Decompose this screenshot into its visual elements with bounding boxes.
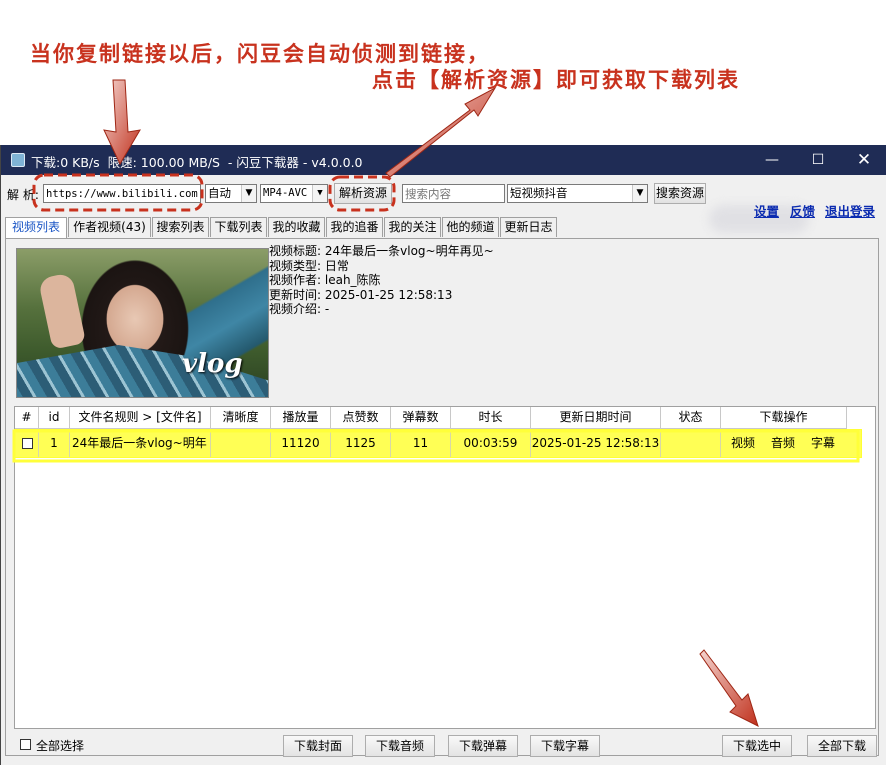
quality-select[interactable]: 自动 ▼ <box>205 184 257 203</box>
tab-author-videos[interactable]: 作者视频(43) <box>68 217 151 237</box>
download-cover-button[interactable]: 下载封面 <box>283 735 353 757</box>
tab-video-list[interactable]: 视频列表 <box>5 217 67 238</box>
column-header[interactable]: 播放量 <box>271 407 331 429</box>
chevron-down-icon: ▼ <box>241 185 256 202</box>
tab-following[interactable]: 我的关注 <box>384 217 441 237</box>
parse-resource-button[interactable]: 解析资源 <box>334 183 392 204</box>
download-audio-link[interactable]: 音频 <box>771 430 795 456</box>
video-update-time: 2025-01-25 12:58:13 <box>324 287 453 302</box>
bottom-bar: 全部选择 下载封面 下载音频 下载弹幕 下载字幕 下载选中 全部下载 <box>1 733 886 759</box>
url-input[interactable] <box>43 184 201 203</box>
download-subtitle-link[interactable]: 字幕 <box>811 430 835 456</box>
cell-id: 1 <box>39 430 70 457</box>
column-header[interactable]: 清晰度 <box>211 407 271 429</box>
close-button[interactable]: ✕ <box>841 145 886 175</box>
title-bar: 下载:0 KB/s 限速: 100.00 MB/S - 闪豆下载器 - v4.0… <box>1 145 886 175</box>
chevron-down-icon: ▼ <box>312 185 327 202</box>
cell-likes: 1125 <box>331 430 391 457</box>
column-header[interactable]: 状态 <box>661 407 721 429</box>
intro-label: 视频介绍: <box>269 302 322 316</box>
platform-select-value: 短视频抖音 <box>510 186 568 200</box>
video-thumbnail: vlog <box>16 248 269 398</box>
window-title: 下载:0 KB/s 限速: 100.00 MB/S - 闪豆下载器 - v4.0… <box>31 155 363 170</box>
cell-actions: 视频 音频 字幕 <box>721 430 847 457</box>
settings-link[interactable]: 设置 <box>754 201 779 220</box>
video-intro: - <box>324 302 330 316</box>
column-header[interactable]: 弹幕数 <box>391 407 451 429</box>
select-all-label[interactable]: 全部选择 <box>36 737 84 754</box>
tab-favorites[interactable]: 我的收藏 <box>268 217 325 237</box>
cell-plays: 11120 <box>271 430 331 457</box>
cell-filename: 24年最后一条vlog~明年 <box>70 430 211 457</box>
search-resource-button[interactable]: 搜索资源 <box>654 183 706 204</box>
cell-duration: 00:03:59 <box>451 430 531 457</box>
cell-danmaku: 11 <box>391 430 451 457</box>
cell-quality <box>211 430 271 457</box>
download-audio-button[interactable]: 下载音频 <box>365 735 435 757</box>
table-row[interactable]: 1 24年最后一条vlog~明年 11120 1125 11 00:03:59 … <box>14 429 862 458</box>
thumbnail-caption: vlog <box>182 349 243 379</box>
minimize-button[interactable]: — <box>749 145 795 175</box>
table-header: # id 文件名规则 > [文件名] 清晰度 播放量 点赞数 弹幕数 时长 更新… <box>15 407 847 429</box>
update-label: 更新时间: <box>269 287 322 302</box>
column-header[interactable]: 时长 <box>451 407 531 429</box>
tab-changelog[interactable]: 更新日志 <box>500 217 557 237</box>
codec-select[interactable]: MP4-AVC ▼ <box>260 184 328 203</box>
column-header[interactable]: 点赞数 <box>331 407 391 429</box>
column-header[interactable]: 文件名规则 > [文件名] <box>70 407 211 429</box>
cell-status <box>661 430 721 457</box>
type-label: 视频类型: <box>269 258 322 273</box>
column-header[interactable]: id <box>39 407 70 429</box>
tab-download-list[interactable]: 下载列表 <box>210 217 267 237</box>
download-video-link[interactable]: 视频 <box>731 430 755 456</box>
app-icon <box>11 153 25 167</box>
select-all-checkbox[interactable] <box>20 739 31 750</box>
author-label: 视频作者: <box>269 273 322 287</box>
video-type: 日常 <box>324 258 349 273</box>
logout-link[interactable]: 退出登录 <box>825 201 875 220</box>
tab-following-anime[interactable]: 我的追番 <box>326 217 383 237</box>
video-info: 视频标题: 24年最后一条vlog~明年再见~ 视频类型: 日常 视频作者: l… <box>269 244 494 317</box>
row-select-cell[interactable] <box>15 430 39 457</box>
tab-search-list[interactable]: 搜索列表 <box>152 217 209 237</box>
title-label: 视频标题: <box>269 244 322 258</box>
video-list-panel: vlog 视频标题: 24年最后一条vlog~明年再见~ 视频类型: 日常 视频… <box>5 238 879 756</box>
maximize-button[interactable]: ☐ <box>795 145 841 175</box>
video-title: 24年最后一条vlog~明年再见~ <box>324 244 494 258</box>
app-window: 下载:0 KB/s 限速: 100.00 MB/S - 闪豆下载器 - v4.0… <box>0 145 886 765</box>
download-subtitle-button[interactable]: 下载字幕 <box>530 735 600 757</box>
codec-select-value: MP4-AVC <box>263 187 308 199</box>
column-header[interactable]: 下载操作 <box>721 407 847 429</box>
feedback-link[interactable]: 反馈 <box>790 201 815 220</box>
column-header[interactable]: 更新日期时间 <box>531 407 661 429</box>
column-header[interactable]: # <box>15 407 39 429</box>
download-selected-button[interactable]: 下载选中 <box>722 735 792 757</box>
row-checkbox[interactable] <box>22 438 33 449</box>
platform-select[interactable]: 短视频抖音 ▼ <box>507 184 648 203</box>
annotation-text-2: 点击【解析资源】即可获取下载列表 <box>372 67 740 92</box>
quality-select-value: 自动 <box>208 186 231 200</box>
tab-channel[interactable]: 他的频道 <box>442 217 499 237</box>
search-input[interactable] <box>402 184 505 203</box>
video-table: # id 文件名规则 > [文件名] 清晰度 播放量 点赞数 弹幕数 时长 更新… <box>14 406 876 729</box>
video-author: leah_陈陈 <box>324 273 381 287</box>
chevron-down-icon: ▼ <box>632 185 647 202</box>
parse-label: 解 析: <box>7 188 39 202</box>
cell-updated: 2025-01-25 12:58:13 <box>531 430 661 457</box>
download-danmaku-button[interactable]: 下载弹幕 <box>448 735 518 757</box>
download-all-button[interactable]: 全部下载 <box>807 735 877 757</box>
